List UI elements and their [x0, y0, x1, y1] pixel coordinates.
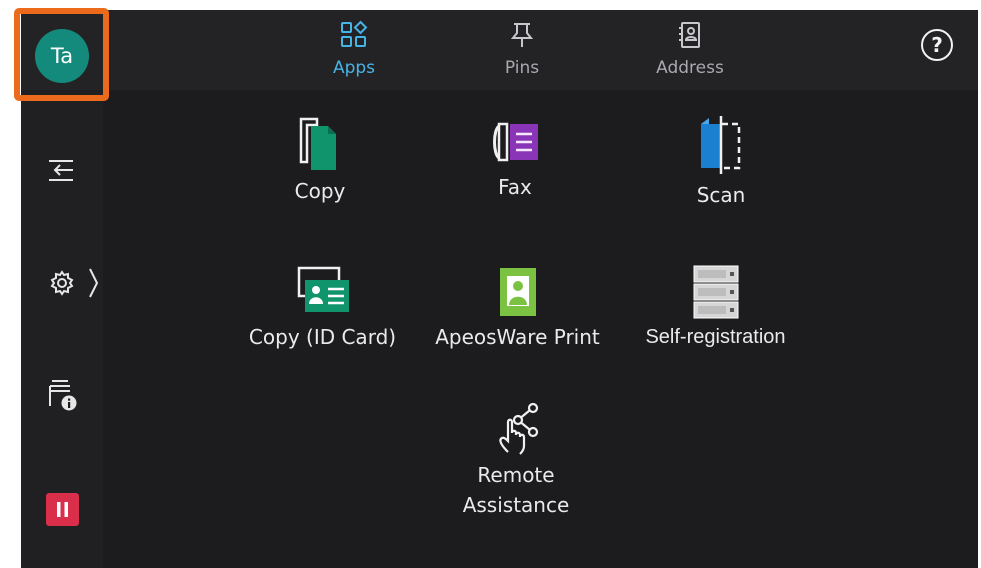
help-button[interactable]: ?: [921, 29, 953, 61]
app-remote-assistance[interactable]: Remote Assistance: [446, 400, 586, 520]
scan-icon: [701, 116, 741, 174]
app-apeosware-print-label: ApeosWare Print: [435, 325, 600, 349]
user-print-icon: [499, 268, 536, 316]
app-copy[interactable]: Copy: [260, 116, 380, 206]
tab-apps-label: Apps: [332, 58, 376, 78]
server-icon: [693, 265, 738, 319]
job-info-icon[interactable]: [46, 378, 80, 414]
app-copy-label: Copy: [294, 179, 346, 203]
app-copy-id-card-label: Copy (ID Card): [248, 325, 397, 349]
app-self-registration[interactable]: Self-registration: [638, 264, 793, 352]
tab-apps[interactable]: Apps: [299, 20, 409, 82]
address-book-icon: [679, 22, 700, 48]
fax-icon: [493, 122, 538, 162]
device-settings-button[interactable]: [47, 265, 107, 301]
app-apeosware-print[interactable]: ApeosWare Print: [430, 264, 605, 352]
gear-icon: [50, 268, 99, 298]
id-card-copy-icon: [297, 266, 349, 312]
app-self-registration-label: Self-registration: [645, 326, 786, 348]
tab-address[interactable]: Address: [635, 20, 745, 82]
app-scan[interactable]: Scan: [661, 116, 781, 210]
app-fax-label: Fax: [498, 175, 532, 199]
tab-pins-label: Pins: [504, 58, 540, 78]
help-icon: ?: [931, 33, 943, 57]
app-fax[interactable]: Fax: [455, 116, 575, 202]
stop-icon: [57, 502, 68, 517]
app-scan-label: Scan: [696, 183, 746, 207]
pin-icon: [510, 23, 534, 47]
switch-arrows-icon[interactable]: [45, 155, 79, 185]
app-copy-id-card[interactable]: Copy (ID Card): [245, 264, 400, 352]
apps-grid-icon: [341, 20, 368, 47]
user-initials: Ta: [50, 44, 74, 68]
copy-icon: [299, 117, 336, 170]
tab-address-label: Address: [656, 58, 724, 78]
remote-assistance-icon: [499, 402, 539, 455]
app-remote-assistance-label: Remote Assistance: [462, 463, 570, 517]
user-avatar[interactable]: Ta: [35, 29, 89, 83]
stop-button[interactable]: [46, 493, 79, 526]
tab-pins[interactable]: Pins: [467, 20, 577, 82]
